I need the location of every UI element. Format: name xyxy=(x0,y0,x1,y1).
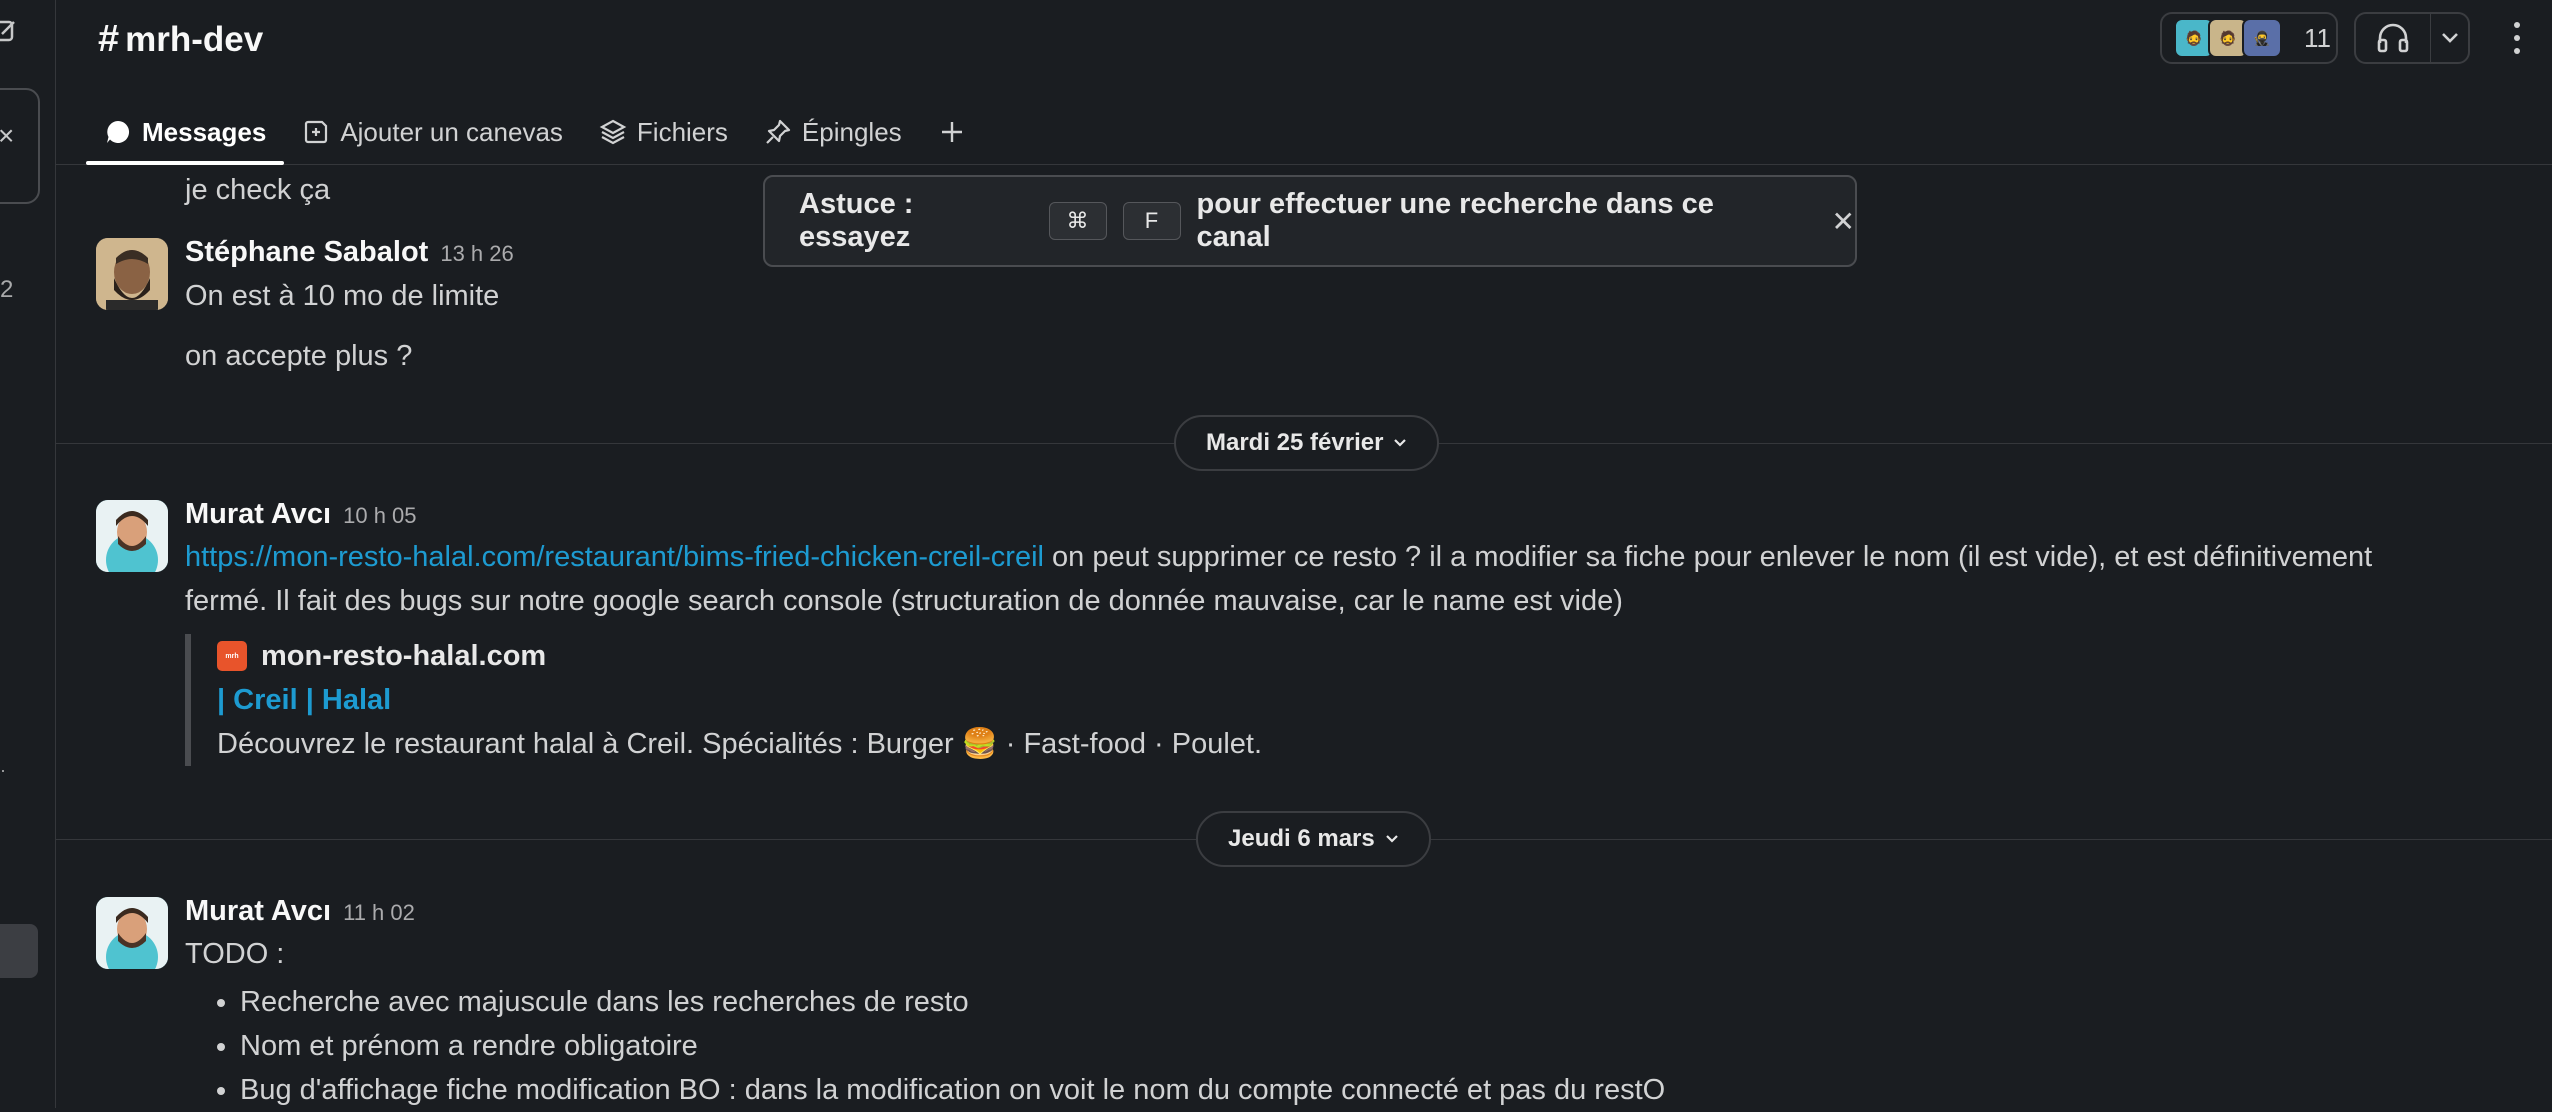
close-icon[interactable]: ✕ xyxy=(1832,205,1855,238)
day-divider-button[interactable]: Jeudi 6 mars xyxy=(1196,811,1431,867)
day-divider-button[interactable]: Mardi 25 février xyxy=(1174,415,1440,471)
tip-prefix: Astuce : essayez xyxy=(799,188,914,253)
canvas-icon xyxy=(305,120,328,144)
day-label: Jeudi 6 mars xyxy=(1228,825,1375,852)
channel-title[interactable]: # mrh-dev xyxy=(98,18,263,61)
message-header: Murat Avcı 10 h 05 xyxy=(185,498,417,531)
add-tab-button[interactable] xyxy=(920,100,984,164)
compose-icon[interactable] xyxy=(0,18,18,44)
todo-list: Recherche avec majuscule dans les recher… xyxy=(183,980,1665,1112)
huddle-button[interactable] xyxy=(2354,12,2470,64)
day-label: Mardi 25 février xyxy=(1206,429,1384,456)
link-preview-site[interactable]: mrh mon-resto-halal.com xyxy=(217,634,1262,678)
member-avatar: 🥷 xyxy=(2242,18,2282,58)
message-text: https://mon-resto-halal.com/restaurant/b… xyxy=(185,541,2372,574)
tab-label: Messages xyxy=(142,116,267,147)
message-author[interactable]: Murat Avcı xyxy=(185,498,331,530)
plus-icon xyxy=(941,122,962,142)
tab-add-canvas[interactable]: Ajouter un canevas xyxy=(284,100,581,164)
message-header: Stéphane Sabalot 13 h 26 xyxy=(185,236,514,269)
unread-count: 2 xyxy=(0,276,14,303)
layers-icon xyxy=(599,119,627,145)
chat-bubble-icon xyxy=(107,120,130,143)
members-button[interactable]: 🧔 🧔 🥷 11 xyxy=(2160,12,2338,64)
avatar[interactable] xyxy=(96,238,168,310)
list-item: Bug d'affichage fiche modification BO : … xyxy=(240,1068,1665,1112)
kebab-icon[interactable] xyxy=(2502,18,2532,58)
link-preview-title[interactable]: | Creil | Halal xyxy=(217,678,1262,722)
avatar[interactable] xyxy=(96,897,168,969)
rail-dot: · xyxy=(0,760,6,780)
desc-text: Découvrez le restaurant halal à Creil. S… xyxy=(217,727,954,760)
hash-icon: # xyxy=(98,18,120,60)
chevron-down-icon xyxy=(1385,835,1398,843)
site-name: mon-resto-halal.com xyxy=(261,639,547,672)
tab-messages[interactable]: Messages xyxy=(86,100,285,165)
message-text: je check ça xyxy=(185,174,331,206)
avatar[interactable] xyxy=(96,500,168,572)
message-timestamp[interactable]: 13 h 26 xyxy=(440,241,513,266)
workspace-sidebar: × 2 · xyxy=(0,0,56,1108)
tab-label: Épingles xyxy=(801,116,902,147)
message-text: on accepte plus ? xyxy=(185,340,413,372)
command-key: ⌘ xyxy=(1048,202,1107,240)
message-text-continued: on peut supprimer ce resto ? il a modifi… xyxy=(1043,541,2373,573)
link-preview-description: Découvrez le restaurant halal à Creil. S… xyxy=(217,722,1262,766)
chevron-down-icon[interactable] xyxy=(2431,32,2468,44)
burger-emoji-icon: 🍔 xyxy=(961,728,998,760)
tab-label: Fichiers xyxy=(636,116,728,147)
message-author[interactable]: Murat Avcı xyxy=(185,895,331,927)
channel-header: # mrh-dev 🧔 🧔 🥷 11 Messages Ajouter un c… xyxy=(56,0,2552,165)
channel-name: mrh-dev xyxy=(125,19,264,59)
close-icon[interactable]: × xyxy=(0,120,14,152)
message-text: fermé. Il fait des bugs sur notre google… xyxy=(185,585,1623,617)
tab-pins[interactable]: Épingles xyxy=(746,100,920,164)
message-timestamp[interactable]: 10 h 05 xyxy=(343,503,416,528)
sidebar-selected-item[interactable] xyxy=(0,924,38,978)
chevron-down-icon xyxy=(1394,439,1407,447)
message-link[interactable]: https://mon-resto-halal.com/restaurant/b… xyxy=(185,541,1044,573)
member-count: 11 xyxy=(2304,22,2331,53)
desc-text: · Fast-food · Poulet. xyxy=(1005,727,1263,760)
list-item: Recherche avec majuscule dans les recher… xyxy=(240,980,1665,1024)
message-author[interactable]: Stéphane Sabalot xyxy=(185,236,428,268)
message-header: Murat Avcı 11 h 02 xyxy=(185,895,415,928)
link-preview: mrh mon-resto-halal.com | Creil | Halal … xyxy=(185,634,1262,766)
f-key: F xyxy=(1122,202,1181,240)
message-text: TODO : xyxy=(185,938,285,970)
channel-tabs: Messages Ajouter un canevas Fichiers Épi… xyxy=(86,100,984,165)
headphones-icon[interactable] xyxy=(2356,14,2431,62)
message-text: On est à 10 mo de limite xyxy=(185,280,500,312)
list-item: Nom et prénom a rendre obligatoire xyxy=(240,1024,1665,1068)
search-tip-banner: Astuce : essayez ⌘ F pour effectuer une … xyxy=(763,175,1857,267)
site-favicon-icon: mrh xyxy=(217,641,247,671)
tab-files[interactable]: Fichiers xyxy=(581,100,746,164)
tip-suffix: pour effectuer une recherche dans ce can… xyxy=(1196,188,1714,253)
tab-label: Ajouter un canevas xyxy=(340,116,563,147)
pin-icon xyxy=(766,119,791,144)
message-timestamp[interactable]: 11 h 02 xyxy=(343,900,415,925)
